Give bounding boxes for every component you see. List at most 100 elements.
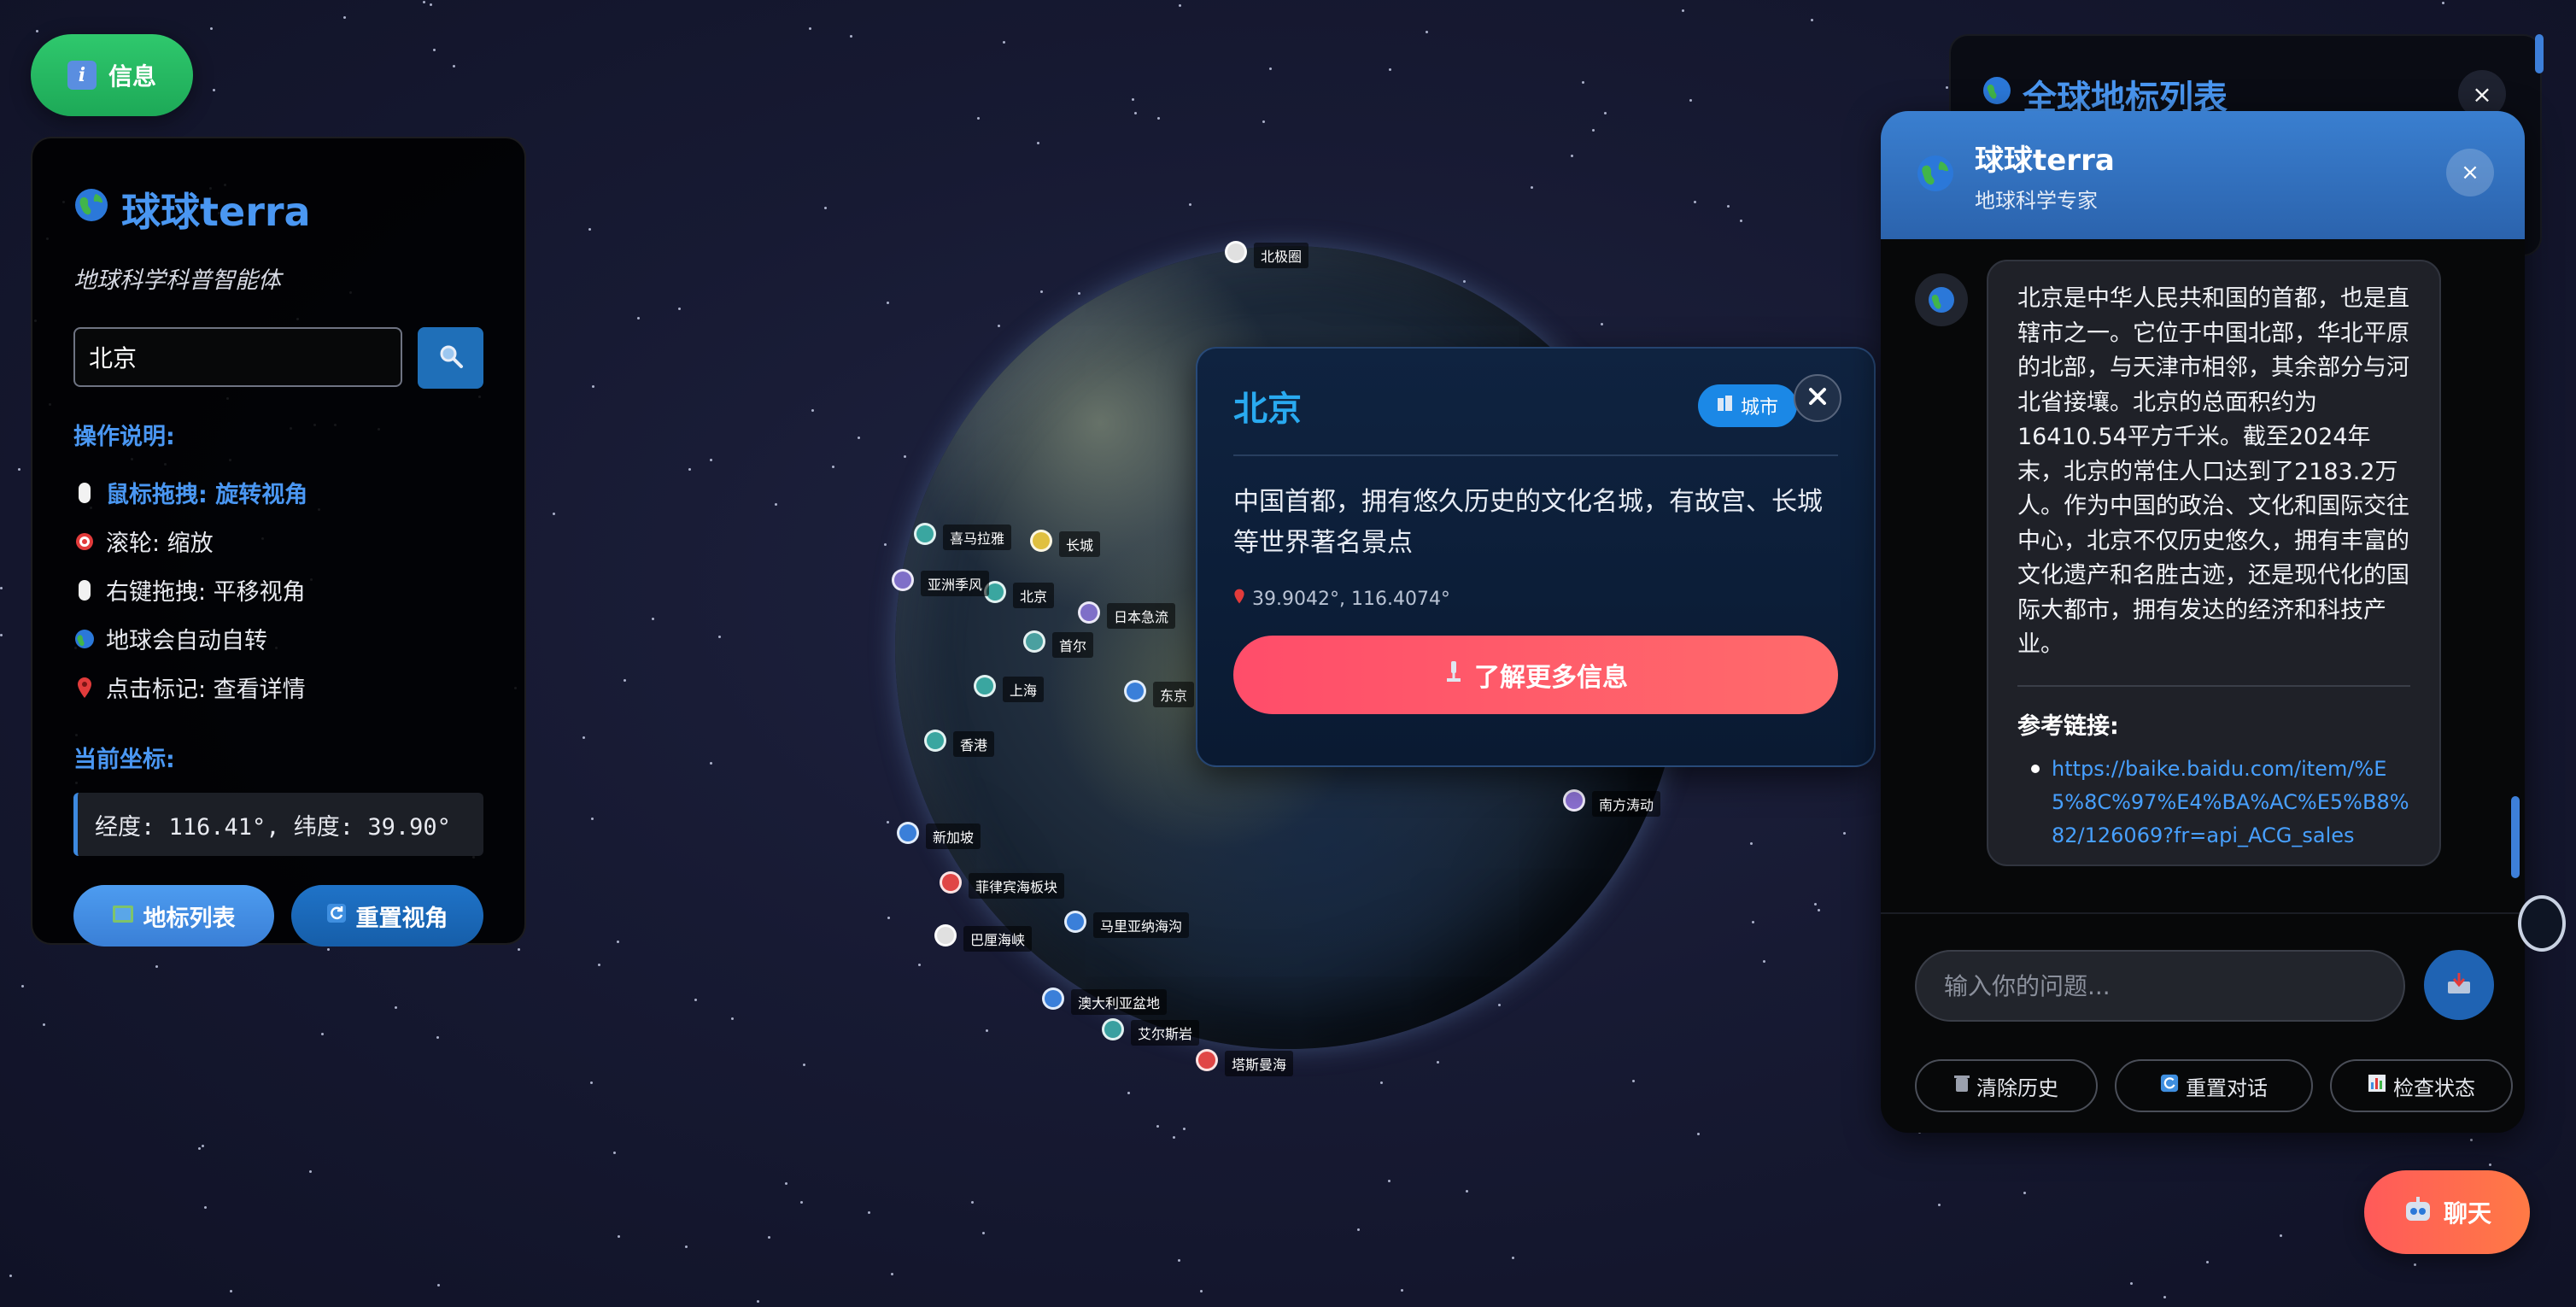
star	[694, 999, 697, 1001]
search-button[interactable]	[418, 327, 483, 389]
star	[1752, 921, 1754, 923]
star	[710, 762, 712, 765]
chat-panel: 球球terra 地球科学专家 × 北京是中华人民共和国的首都，也是直辖市之一。它…	[1881, 111, 2525, 1133]
marker-dot[interactable]	[924, 730, 946, 752]
marker-label[interactable]: 南方涛动	[1592, 791, 1661, 817]
marker-dot[interactable]	[940, 871, 962, 894]
marker-label[interactable]: 菲律宾海板块	[969, 873, 1065, 899]
star	[588, 228, 591, 231]
marker-label[interactable]: 喜马拉雅	[943, 525, 1012, 550]
star	[1740, 220, 1742, 222]
star	[395, 1006, 397, 1009]
star	[0, 587, 3, 589]
star	[230, 1290, 232, 1292]
marker-label[interactable]: 新加坡	[926, 823, 981, 849]
star	[850, 35, 852, 38]
popup-close-button[interactable]	[1794, 374, 1841, 422]
marker-dot[interactable]	[1225, 241, 1247, 263]
instruction-item: 点击标记: 查看详情	[73, 663, 483, 712]
reference-link[interactable]: https://baike.baidu.com/item/%E5%8C%97%E…	[2052, 753, 2410, 853]
marker-label[interactable]: 东京	[1153, 682, 1195, 707]
marker-label[interactable]: 日本急流	[1107, 603, 1176, 629]
star	[918, 964, 921, 966]
star	[1498, 1004, 1501, 1006]
star	[757, 1300, 759, 1303]
divider	[2017, 684, 2410, 687]
marker-label[interactable]: 香港	[953, 731, 995, 757]
learn-more-button[interactable]: 了解更多信息	[1233, 636, 1838, 714]
chat-input[interactable]	[1915, 950, 2405, 1022]
marker-dot[interactable]	[914, 523, 936, 545]
marker-label[interactable]: 北极圈	[1254, 243, 1309, 268]
star	[2130, 1282, 2133, 1285]
marker-dot[interactable]	[974, 675, 996, 697]
marker-label[interactable]: 北京	[1013, 583, 1055, 608]
marker-label[interactable]: 澳大利亚盆地	[1071, 989, 1168, 1015]
send-button[interactable]	[2424, 950, 2494, 1020]
marker-dot[interactable]	[934, 924, 957, 947]
marker-dot[interactable]	[1196, 1049, 1218, 1071]
search-input[interactable]	[73, 327, 403, 387]
star	[986, 1029, 988, 1032]
marker-label[interactable]: 长城	[1059, 531, 1101, 557]
star	[1003, 41, 1005, 44]
info-button[interactable]: i 信息	[31, 34, 193, 116]
star	[1078, 292, 1080, 295]
marker-dot[interactable]	[1102, 1018, 1124, 1040]
bot-message: 北京是中华人民共和国的首都，也是直辖市之一。它位于中国北部，华北平原的北部，与天…	[1987, 260, 2441, 866]
check-status-button[interactable]: 检查状态	[2330, 1059, 2513, 1112]
star	[637, 317, 640, 319]
star	[1388, 1180, 1390, 1182]
star	[1697, 1133, 1700, 1135]
star	[1134, 112, 1137, 114]
clear-history-button[interactable]: 清除历史	[1915, 1059, 2098, 1112]
marker-dot[interactable]	[1030, 530, 1052, 552]
marker-dot[interactable]	[1078, 601, 1100, 624]
marker-label[interactable]: 亚洲季风	[921, 571, 990, 596]
refresh-icon	[2160, 1074, 2179, 1098]
star	[1814, 903, 1817, 906]
star	[775, 503, 777, 506]
marker-dot[interactable]	[1042, 988, 1064, 1010]
control-panel: 球球terra 地球科学科普智能体 操作说明: 鼠标拖拽: 旋转视角 滚轮: 缩…	[31, 137, 526, 947]
star	[204, 1206, 207, 1209]
landmark-list-scrollbar[interactable]	[2535, 34, 2544, 73]
reset-view-button[interactable]: 重置视角	[290, 885, 483, 947]
app-subtitle: 地球科学科普智能体	[73, 267, 281, 294]
popup-header: 北京 城市	[1233, 381, 1838, 431]
star	[868, 1211, 870, 1214]
star	[590, 1081, 593, 1084]
marker-dot[interactable]	[1124, 680, 1146, 702]
close-icon: ×	[2472, 79, 2492, 108]
marker-label[interactable]: 首尔	[1052, 632, 1094, 658]
star	[18, 468, 20, 471]
marker-label[interactable]: 塔斯曼海	[1225, 1051, 1294, 1076]
marker-label[interactable]: 马里亚纳海沟	[1093, 912, 1190, 938]
star	[768, 1236, 770, 1239]
marker-dot[interactable]	[892, 569, 914, 591]
marker-label[interactable]: 上海	[1003, 677, 1045, 702]
coordinate-readout: 经度: 116.41°, 纬度: 39.90°	[73, 793, 483, 856]
instructions-list: 鼠标拖拽: 旋转视角 滚轮: 缩放 右键拖拽: 平移视角 地球会自动自转 点击标…	[73, 468, 483, 712]
chat-scrollbar[interactable]	[2511, 796, 2520, 878]
marker-dot[interactable]	[1064, 911, 1086, 933]
marker-dot[interactable]	[897, 822, 919, 844]
star	[210, 27, 213, 30]
landmark-list-button[interactable]: 地标列表	[73, 885, 274, 947]
marker-dot[interactable]	[1563, 789, 1585, 812]
instruction-item: 滚轮: 缩放	[73, 517, 483, 566]
chat-toggle-button[interactable]: 聊天	[2364, 1170, 2530, 1254]
chat-messages[interactable]: 北京是中华人民共和国的首都，也是直辖市之一。它位于中国北部，华北平原的北部，与天…	[1881, 239, 2525, 914]
chat-close-button[interactable]: ×	[2446, 149, 2494, 196]
marker-dot[interactable]	[1023, 630, 1045, 653]
marker-label[interactable]: 巴厘海峡	[963, 926, 1033, 952]
zoom-control[interactable]	[2518, 895, 2566, 952]
coords-heading: 当前坐标:	[73, 747, 175, 773]
star	[998, 325, 1000, 327]
star	[430, 3, 432, 6]
reset-chat-button[interactable]: 重置对话	[2115, 1059, 2313, 1112]
popup-description: 中国首都，拥有悠久历史的文化名城，有故宫、长城等世界著名景点	[1233, 487, 1823, 558]
panel-actions: 地标列表 重置视角	[73, 885, 483, 947]
star	[1601, 323, 1603, 325]
marker-label[interactable]: 艾尔斯岩	[1131, 1020, 1200, 1046]
